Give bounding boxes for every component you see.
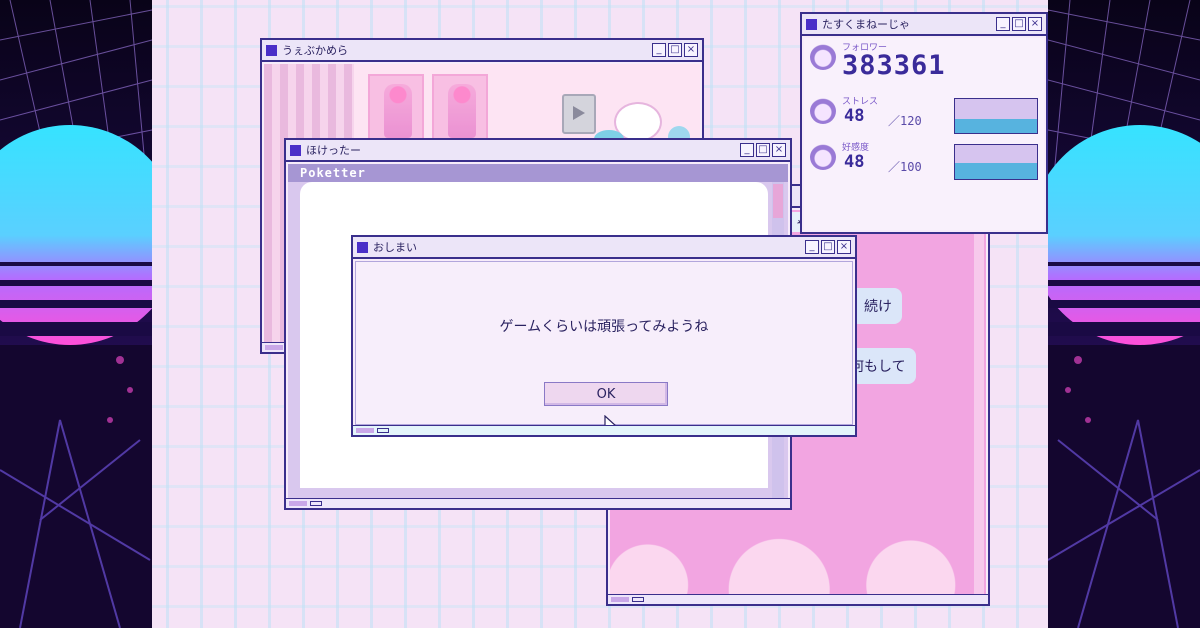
poketter-title: ほけったー [306, 144, 361, 157]
dialog-message: ゲームくらいは頑張ってみようね [499, 319, 709, 335]
idol-poster-2 [432, 74, 488, 144]
task-manager-titlebar[interactable]: たすくまねーじゃ _ □ × [802, 14, 1046, 36]
task-manager-window: たすくまねーじゃ _ □ × フォロワー 383361 ストレス 48 ／120 [800, 12, 1048, 234]
stress-row: ストレス 48 ／120 [804, 92, 1044, 142]
stress-value: 48 [844, 106, 865, 126]
ok-button[interactable]: OK [544, 382, 668, 406]
dialog-title: おしまい [373, 241, 417, 254]
stress-gauge [954, 98, 1038, 134]
scrollbar-thumb[interactable] [773, 184, 783, 218]
window-app-icon [266, 44, 277, 56]
close-icon[interactable]: × [772, 143, 786, 157]
maximize-icon[interactable]: □ [756, 143, 770, 157]
followers-row: フォロワー 383361 [804, 38, 1044, 88]
followers-count: 383361 [842, 50, 946, 81]
chat-statusbar [608, 594, 988, 604]
ending-dialog: おしまい _ □ × ゲームくらいは頑張ってみようね OK [351, 235, 857, 437]
minimize-icon[interactable]: _ [805, 240, 819, 254]
poketter-titlebar[interactable]: ほけったー _ □ × [286, 140, 790, 162]
avatar [810, 98, 836, 124]
minimize-icon[interactable]: _ [652, 43, 666, 57]
play-button-plaque [562, 94, 596, 134]
avatar [810, 144, 836, 170]
close-icon[interactable]: × [684, 43, 698, 57]
poketter-statusbar [286, 498, 790, 508]
stress-max: ／120 [888, 114, 922, 128]
affection-row: 好感度 48 ／100 [804, 138, 1044, 188]
synthwave-left-art [0, 0, 152, 628]
maximize-icon[interactable]: □ [821, 240, 835, 254]
maximize-icon[interactable]: □ [668, 43, 682, 57]
affection-max: ／100 [888, 160, 922, 174]
maximize-icon[interactable]: □ [1012, 17, 1026, 31]
window-app-icon [357, 241, 368, 253]
avatar [810, 44, 836, 70]
poketter-brand: Poketter [300, 166, 366, 180]
affection-gauge-fill [955, 162, 1037, 179]
left-decoration [0, 0, 152, 628]
task-manager-title: たすくまねーじゃ [822, 18, 910, 31]
affection-value: 48 [844, 152, 865, 172]
minimize-icon[interactable]: _ [740, 143, 754, 157]
chat-scrollbar[interactable] [974, 210, 984, 594]
close-icon[interactable]: × [1028, 17, 1042, 31]
right-decoration [1048, 0, 1200, 628]
poketter-header: Poketter [288, 164, 788, 182]
cloud-art [610, 504, 986, 594]
desktop: うぇぶかめら _ □ × _ □ × [152, 0, 1048, 628]
affection-gauge [954, 144, 1038, 180]
window-app-icon [290, 144, 301, 156]
close-icon[interactable]: × [837, 240, 851, 254]
webcam-titlebar[interactable]: うぇぶかめら _ □ × [262, 40, 702, 62]
dialog-body: ゲームくらいは頑張ってみようね OK [355, 261, 853, 435]
webcam-title: うぇぶかめら [282, 44, 348, 57]
window-app-icon [806, 18, 817, 30]
task-manager-body: フォロワー 383361 ストレス 48 ／120 好感度 48 ／100 [804, 38, 1044, 230]
minimize-icon[interactable]: _ [996, 17, 1010, 31]
stress-gauge-fill [955, 119, 1037, 133]
synthwave-right-art [1048, 0, 1200, 628]
idol-poster-1 [368, 74, 424, 144]
dialog-statusbar [353, 425, 855, 435]
dialog-titlebar[interactable]: おしまい _ □ × [353, 237, 855, 259]
